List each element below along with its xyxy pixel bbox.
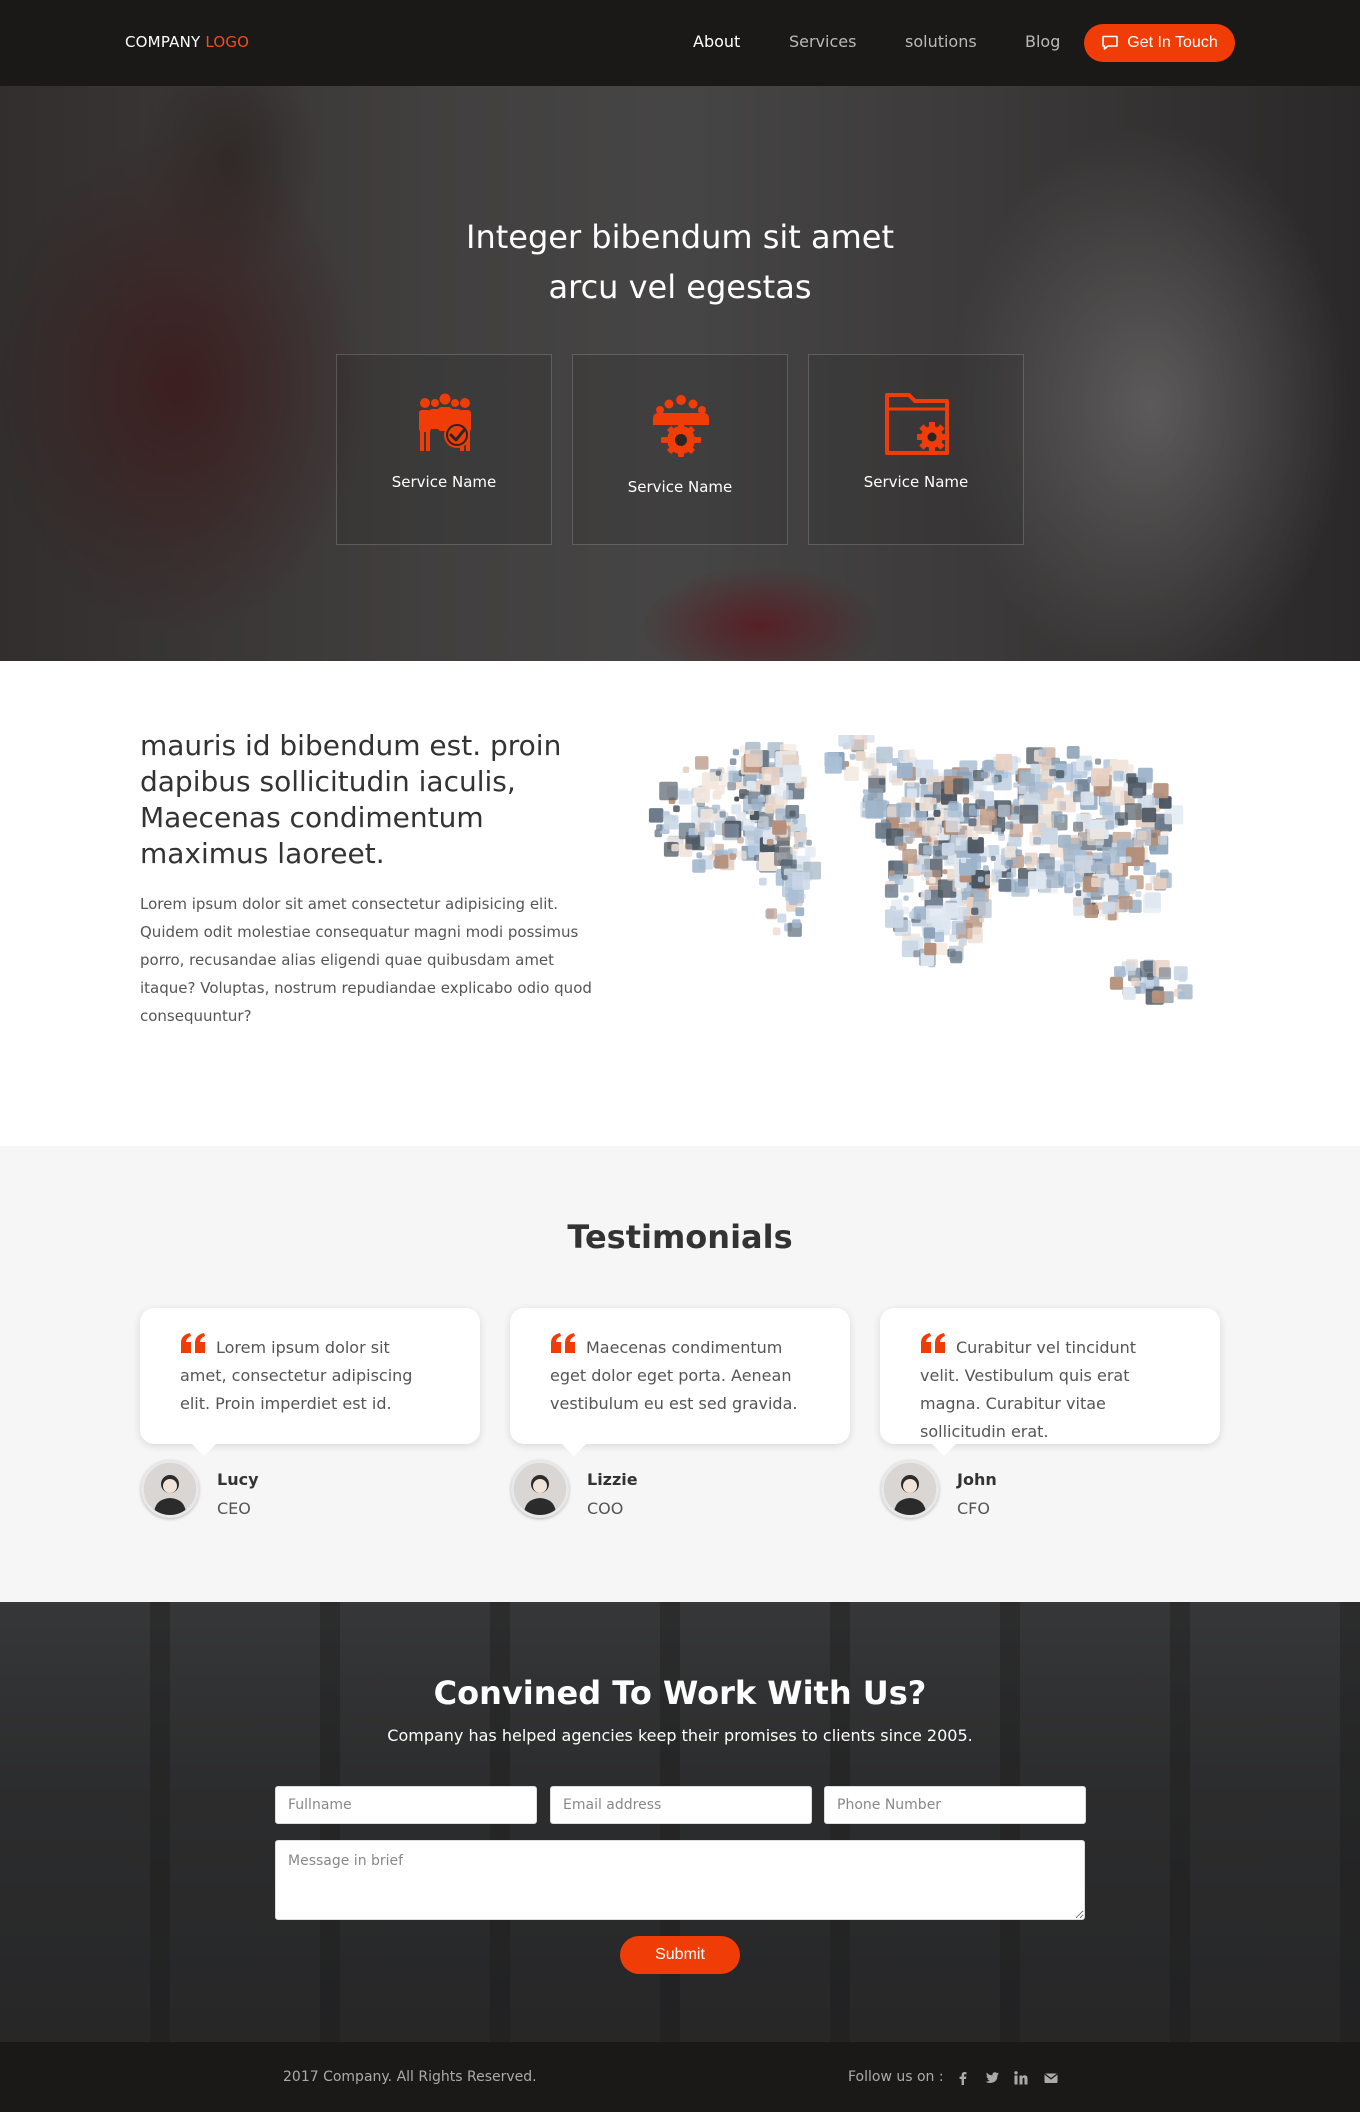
about-title: mauris id bibendum est. proin dapibus so… [140,729,562,870]
top-navbar: COMPANY LOGO About Services solutions Bl… [0,0,1360,86]
logo-accent-text: LOGO [205,33,250,51]
avatar [141,1460,199,1518]
hero-section: Integer bibendum sit amet arcu vel egest… [0,86,1360,661]
team-gear-icon [653,395,709,457]
testimonials-section: Testimonials Lorem ipsum dolor sit amet,… [0,1146,1360,1602]
avatar [511,1460,569,1518]
hero-title: Integer bibendum sit amet arcu vel egest… [380,212,980,312]
service-card[interactable]: Service Name [336,354,552,545]
service-name: Service Name [627,478,733,496]
testimonial-quote: Lorem ipsum dolor sit amet, consectetur … [180,1338,413,1413]
testimonial-card: Curabitur vel tincidunt velit. Vestibulu… [880,1308,1220,1456]
contact-subtitle: Company has helped agencies keep their p… [387,1726,973,1745]
testimonials-heading: Testimonials [567,1218,793,1256]
testimonial-name: John [957,1470,997,1489]
contact-title: Convined To Work With Us? [433,1674,927,1712]
testimonial-role: CFO [957,1499,990,1518]
nav-link-services[interactable]: Services [789,32,856,51]
team-check-icon [419,393,471,451]
company-logo[interactable]: COMPANY LOGO [125,33,249,51]
service-name: Service Name [391,473,497,491]
linkedin-icon[interactable] [1013,2070,1029,2086]
logo-text: COMPANY [125,33,201,51]
contact-section: Convined To Work With Us? Company has he… [0,1602,1360,2042]
user-avatar-icon [884,1463,936,1515]
testimonial-role: COO [587,1499,624,1518]
hero-title-line-1: Integer bibendum sit amet [466,218,894,256]
get-in-touch-label: Get In Touch [1127,34,1218,51]
world-map-image [648,735,1193,1005]
nav-link-about[interactable]: About [693,32,740,51]
testimonial-role: CEO [217,1499,251,1518]
footer: 2017 Company. All Rights Reserved. Follo… [0,2042,1360,2112]
service-card[interactable]: Service Name [572,354,788,545]
hero-title-line-2: arcu vel egestas [548,268,812,306]
testimonial-name: Lizzie [587,1470,638,1489]
testimonial-card: Lorem ipsum dolor sit amet, consectetur … [140,1308,480,1456]
email-input[interactable] [550,1786,812,1824]
chat-bubble-icon [1102,35,1119,50]
folder-gear-icon [885,393,949,455]
envelope-icon[interactable] [1043,2070,1059,2086]
message-textarea[interactable] [275,1840,1085,1920]
phone-input[interactable] [824,1786,1086,1824]
nav-link-solutions[interactable]: solutions [905,32,977,51]
user-avatar-icon [514,1463,566,1515]
user-avatar-icon [144,1463,196,1515]
follow-us-label: Follow us on : [848,2069,944,2085]
testimonial-quote: Maecenas condimentum eget dolor eget por… [550,1338,798,1413]
nav-link-blog[interactable]: Blog [1025,32,1060,51]
testimonial-name: Lucy [217,1470,259,1489]
avatar [881,1460,939,1518]
twitter-icon[interactable] [984,2070,1000,2086]
fullname-input[interactable] [275,1786,537,1824]
copyright-text: 2017 Company. All Rights Reserved. [283,2069,537,2085]
service-name: Service Name [863,473,969,491]
get-in-touch-button[interactable]: Get In Touch [1084,24,1235,62]
about-text: Lorem ipsum dolor sit amet consectetur a… [140,895,592,1025]
testimonial-quote: Curabitur vel tincidunt velit. Vestibulu… [920,1338,1137,1441]
submit-button[interactable]: Submit [620,1936,740,1974]
service-card[interactable]: Service Name [808,354,1024,545]
testimonial-card: Maecenas condimentum eget dolor eget por… [510,1308,850,1456]
facebook-icon[interactable] [955,2070,971,2086]
